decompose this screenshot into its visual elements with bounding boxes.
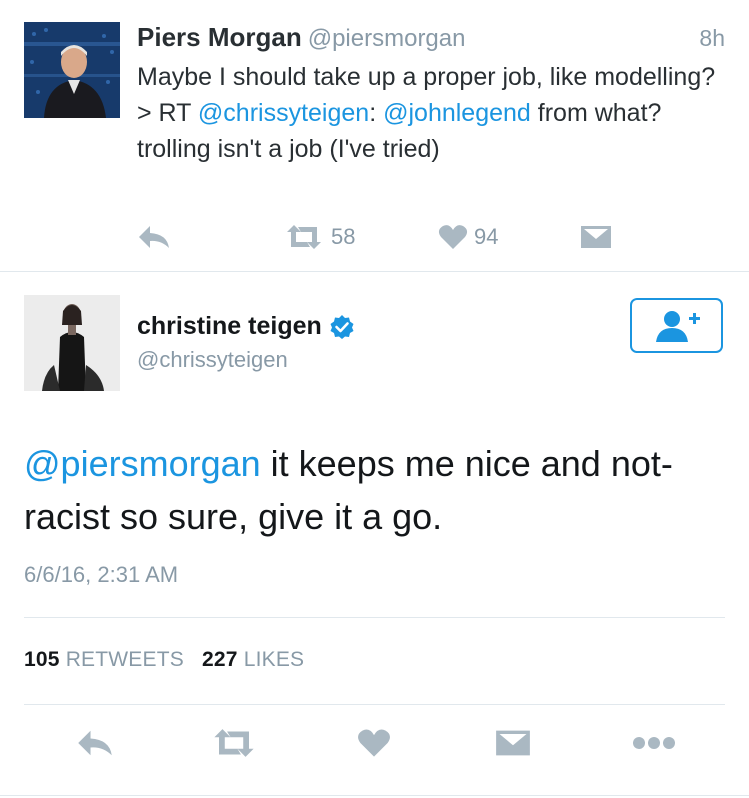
bottom-divider bbox=[0, 795, 749, 796]
mention-link[interactable]: @chrissyteigen bbox=[198, 99, 369, 127]
retweet-button[interactable] bbox=[212, 728, 256, 758]
tweet-divider bbox=[0, 271, 749, 272]
like-button[interactable] bbox=[357, 728, 391, 758]
retweet-icon bbox=[287, 225, 321, 249]
reply-icon bbox=[139, 226, 169, 248]
retweets-stat[interactable]: 105 RETWEETS bbox=[24, 648, 184, 671]
timestamp[interactable]: 8h bbox=[699, 25, 725, 52]
like-count: 94 bbox=[474, 224, 499, 249]
engagement-stats: 105 RETWEETS 227 LIKES bbox=[24, 648, 304, 672]
more-icon bbox=[633, 737, 675, 749]
section-divider bbox=[24, 617, 725, 618]
mention-link[interactable]: @johnlegend bbox=[383, 99, 531, 127]
retweet-icon bbox=[214, 729, 254, 757]
username-handle[interactable]: @chrissyteigen bbox=[137, 347, 288, 373]
direct-message-button[interactable] bbox=[580, 222, 612, 252]
username-handle[interactable]: @piersmorgan bbox=[308, 25, 466, 52]
reply-button[interactable] bbox=[76, 728, 114, 758]
tweet-text: @piersmorgan it keeps me nice and not-ra… bbox=[24, 437, 724, 543]
direct-message-button[interactable] bbox=[495, 728, 531, 758]
avatar[interactable] bbox=[24, 22, 120, 118]
tweet-text: Maybe I should take up a proper job, lik… bbox=[137, 59, 727, 167]
christine-teigen-avatar-image bbox=[24, 295, 120, 391]
likes-stat[interactable]: 227 LIKES bbox=[202, 648, 304, 671]
retweet-button[interactable]: 58 bbox=[285, 222, 355, 252]
like-button[interactable]: 94 bbox=[438, 222, 498, 252]
likes-count: 227 bbox=[202, 648, 238, 671]
heart-icon bbox=[438, 225, 468, 249]
retweets-label: RETWEETS bbox=[65, 648, 184, 671]
display-name[interactable]: Piers Morgan bbox=[137, 22, 302, 52]
piers-morgan-avatar-image bbox=[24, 22, 120, 118]
likes-label: LIKES bbox=[243, 648, 305, 671]
avatar[interactable] bbox=[24, 295, 120, 391]
retweets-count: 105 bbox=[24, 648, 60, 671]
follow-button[interactable] bbox=[630, 298, 723, 353]
tweet-date[interactable]: 6/6/16, 2:31 AM bbox=[24, 562, 178, 588]
display-name[interactable]: christine teigen bbox=[137, 312, 322, 341]
reply-button[interactable] bbox=[137, 222, 171, 252]
section-divider bbox=[24, 704, 725, 705]
heart-icon bbox=[358, 729, 390, 757]
reply-icon bbox=[78, 730, 112, 756]
mention-link[interactable]: @piersmorgan bbox=[24, 443, 261, 484]
retweet-count: 58 bbox=[331, 224, 356, 249]
message-icon bbox=[581, 226, 611, 248]
tweet-text-segment: : bbox=[369, 99, 384, 127]
more-button[interactable] bbox=[632, 728, 676, 758]
author-name[interactable]: christine teigen bbox=[137, 312, 354, 341]
follow-user-icon bbox=[655, 310, 700, 342]
message-icon bbox=[496, 730, 530, 756]
author-name[interactable]: Piers Morgan @piersmorgan bbox=[137, 22, 465, 53]
verified-icon bbox=[330, 314, 354, 339]
